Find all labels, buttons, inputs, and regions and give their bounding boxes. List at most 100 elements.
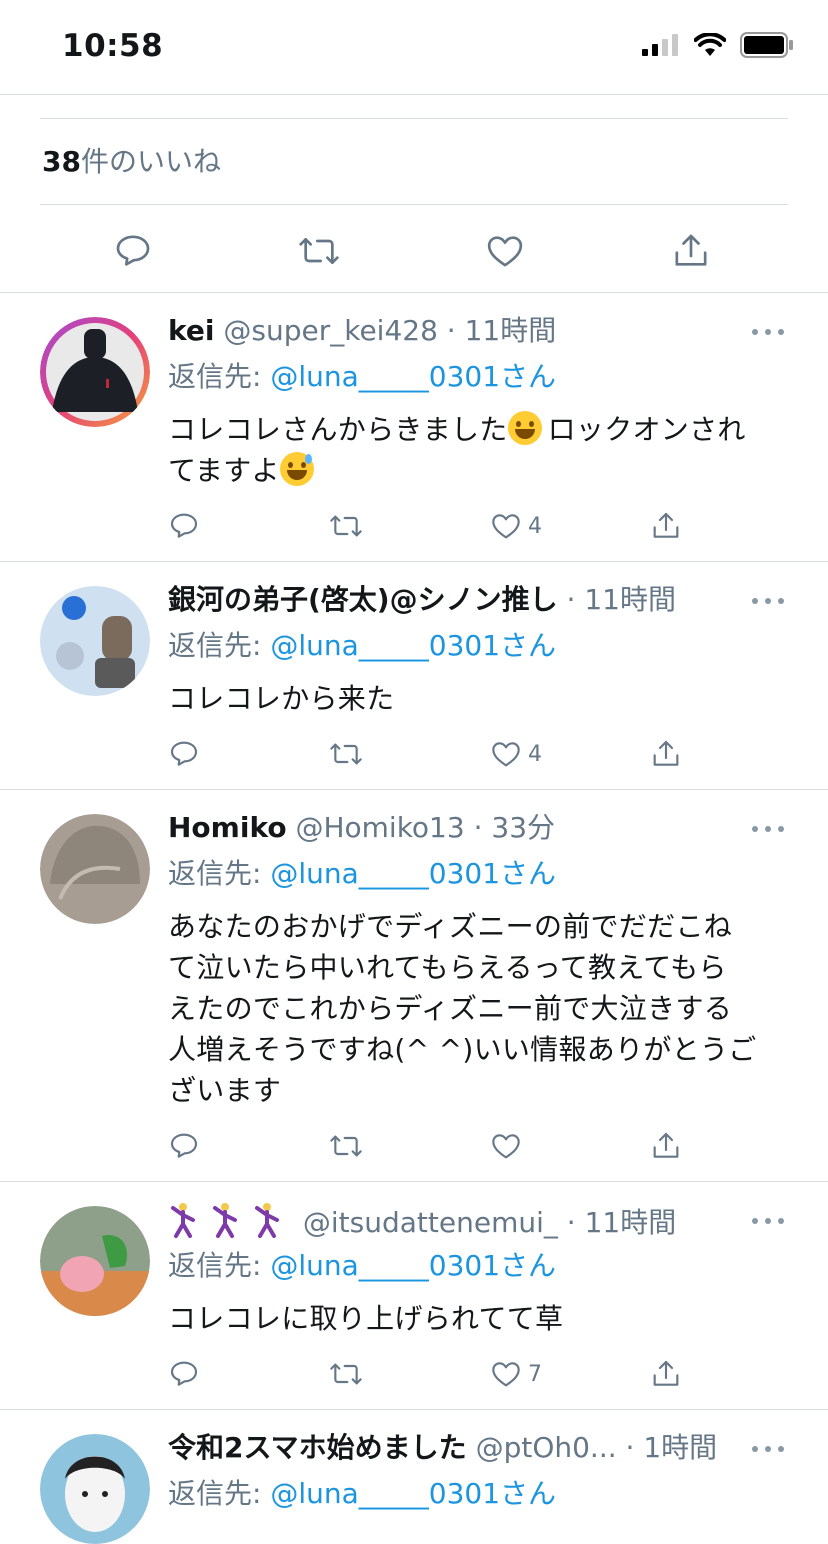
like-count: 4 <box>528 513 542 539</box>
share-button[interactable] <box>650 734 682 774</box>
tweet-actions: 7 <box>168 1354 688 1394</box>
like-button[interactable]: 7 <box>490 1354 542 1394</box>
reply-to-handle[interactable]: @luna_____0301さん <box>270 360 556 393</box>
likes-count-link[interactable]: 38件のいいね <box>42 140 221 180</box>
reply-to-handle[interactable]: @luna_____0301さん <box>270 1477 556 1510</box>
reply-icon <box>116 235 150 266</box>
reply-to-label: 返信先: <box>168 629 271 662</box>
like-button[interactable] <box>490 1126 522 1166</box>
tweet-actions <box>168 1126 688 1166</box>
status-bar: 10:58 <box>0 0 828 94</box>
heart-icon <box>492 742 520 767</box>
cellular-signal-icon <box>642 34 678 56</box>
divider <box>40 204 788 205</box>
like-count: 4 <box>528 741 542 767</box>
avatar[interactable] <box>40 317 150 427</box>
tweet-actions: 4 <box>168 506 688 546</box>
retweet-icon <box>330 743 362 765</box>
dancer-emoji-icon <box>210 1203 252 1239</box>
separator: · <box>464 811 492 844</box>
dancer-emoji-icon <box>168 1203 210 1239</box>
more-options-button[interactable] <box>752 819 784 839</box>
reply-button[interactable] <box>110 222 156 280</box>
likes-count: 38 <box>42 145 81 178</box>
avatar[interactable] <box>40 1206 150 1316</box>
retweet-button[interactable] <box>328 506 364 546</box>
tweet-time: 11時間 <box>584 583 676 616</box>
dot-icon <box>778 1446 784 1452</box>
reply-tweet[interactable]: 令和2スマホ始めました @ptOh0... · 1時間 返信先: @luna__… <box>0 1410 828 1544</box>
reply-tweet[interactable]: 銀河の弟子(啓太)@シノン推し · 11時間 返信先: @luna_____03… <box>0 562 828 790</box>
separator: · <box>557 1206 585 1239</box>
separator: · <box>557 583 585 616</box>
reply-button[interactable] <box>168 734 200 774</box>
like-button[interactable]: 4 <box>490 734 542 774</box>
reply-tweet[interactable]: kei @super_kei428 · 11時間 返信先: @luna_____… <box>0 293 828 562</box>
tweet-text: コレコレさんからきました ロックオンされ てますよ <box>168 411 746 487</box>
like-count: 7 <box>528 1361 542 1387</box>
dancer-emoji-icon <box>252 1203 294 1239</box>
reply-button[interactable] <box>168 1126 200 1166</box>
more-options-button[interactable] <box>752 591 784 611</box>
retweet-icon <box>330 1135 362 1157</box>
user-name[interactable]: 令和2スマホ始めました <box>168 1431 467 1464</box>
dot-icon <box>765 1218 771 1224</box>
tweet-time: 11時間 <box>584 1206 677 1239</box>
reply-tweet[interactable]: Homiko @Homiko13 · 33分 返信先: @luna_____03… <box>0 790 828 1182</box>
heart-icon <box>492 1362 520 1387</box>
separator: · <box>616 1431 644 1464</box>
reply-to-label: 返信先: <box>168 1249 271 1282</box>
avatar[interactable] <box>40 814 150 924</box>
retweet-icon <box>330 515 362 537</box>
status-bar-divider <box>0 94 828 95</box>
avatar[interactable] <box>40 586 150 696</box>
avatar[interactable] <box>40 1434 150 1544</box>
reply-to-handle[interactable]: @luna_____0301さん <box>270 857 556 890</box>
dot-icon <box>778 826 784 832</box>
more-options-button[interactable] <box>752 322 784 342</box>
share-button[interactable] <box>650 1126 682 1166</box>
reply-to-label: 返信先: <box>168 360 271 393</box>
dot-icon <box>752 826 758 832</box>
user-name[interactable]: 銀河の弟子(啓太)@シノン推し <box>168 583 558 616</box>
reply-to-handle[interactable]: @luna_____0301さん <box>270 629 556 662</box>
reply-to-handle[interactable]: @luna_____0301さん <box>270 1249 556 1282</box>
like-button[interactable] <box>482 222 528 280</box>
grinning-sweat-emoji-icon <box>279 452 314 486</box>
share-button[interactable] <box>650 506 682 546</box>
user-handle[interactable]: @ptOh0... <box>476 1431 617 1464</box>
dot-icon <box>765 598 771 604</box>
retweet-button[interactable] <box>296 222 342 280</box>
share-icon <box>653 512 679 538</box>
more-options-button[interactable] <box>752 1211 784 1231</box>
retweet-button[interactable] <box>328 734 364 774</box>
retweet-icon <box>330 1363 362 1385</box>
user-name[interactable]: Homiko <box>168 811 287 844</box>
retweet-button[interactable] <box>328 1126 364 1166</box>
more-options-button[interactable] <box>752 1439 784 1459</box>
reply-button[interactable] <box>168 1354 200 1394</box>
share-button[interactable] <box>668 222 714 280</box>
user-handle[interactable]: @itsudattenemui_ <box>303 1206 558 1239</box>
share-button[interactable] <box>650 1354 682 1394</box>
dot-icon <box>765 1446 771 1452</box>
reply-icon <box>170 1361 198 1386</box>
likes-label: 件のいいね <box>80 145 221 178</box>
dot-icon <box>752 329 758 335</box>
like-button[interactable]: 4 <box>490 506 542 546</box>
share-icon <box>653 1132 679 1158</box>
user-name[interactable]: kei <box>168 314 214 347</box>
wifi-icon <box>694 33 726 56</box>
dot-icon <box>765 329 771 335</box>
user-handle[interactable]: @super_kei428 <box>223 314 438 347</box>
retweet-icon <box>299 238 339 264</box>
reply-button[interactable] <box>168 506 200 546</box>
user-handle[interactable]: @Homiko13 <box>295 811 464 844</box>
dot-icon <box>778 329 784 335</box>
tweet-time: 33分 <box>491 811 556 844</box>
reply-tweet[interactable]: @itsudattenemui_ · 11時間 返信先: @luna_____0… <box>0 1182 828 1410</box>
reply-icon <box>170 741 198 766</box>
battery-icon <box>740 32 793 58</box>
separator: · <box>437 314 465 347</box>
retweet-button[interactable] <box>328 1354 364 1394</box>
